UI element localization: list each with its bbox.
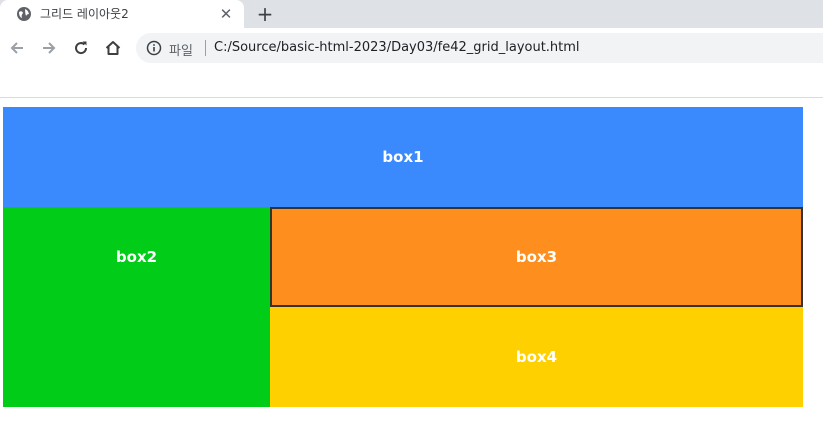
globe-icon — [16, 6, 32, 22]
url-text[interactable]: C:/Source/basic-html-2023/Day03/fe42_gri… — [214, 40, 580, 55]
reload-icon[interactable] — [69, 36, 93, 60]
toolbar-divider — [0, 97, 823, 98]
scheme-label: 파일 — [169, 44, 193, 59]
address-bar[interactable]: 파일 C:/Source/basic-html-2023/Day03/fe42_… — [136, 33, 823, 63]
box3: box3 — [270, 207, 803, 307]
box1: box1 — [3, 107, 803, 207]
box2: box2 — [3, 207, 270, 407]
close-icon[interactable]: ✕ — [218, 6, 234, 22]
forward-arrow-icon[interactable] — [37, 36, 61, 60]
box4: box4 — [270, 307, 803, 407]
back-arrow-icon[interactable] — [5, 36, 29, 60]
plus-icon[interactable]: + — [255, 4, 275, 24]
home-icon[interactable] — [101, 36, 125, 60]
tab-strip: 그리드 레이아웃2 ✕ + — [0, 0, 823, 28]
omnibox-separator — [205, 40, 206, 56]
tab-title: 그리드 레이아웃2 — [40, 7, 129, 21]
browser-tab[interactable]: 그리드 레이아웃2 ✕ — [0, 0, 244, 28]
toolbar: 파일 C:/Source/basic-html-2023/Day03/fe42_… — [0, 28, 823, 68]
grid-container: box1 box2 box3 box4 — [3, 107, 803, 407]
info-icon[interactable] — [146, 40, 162, 56]
